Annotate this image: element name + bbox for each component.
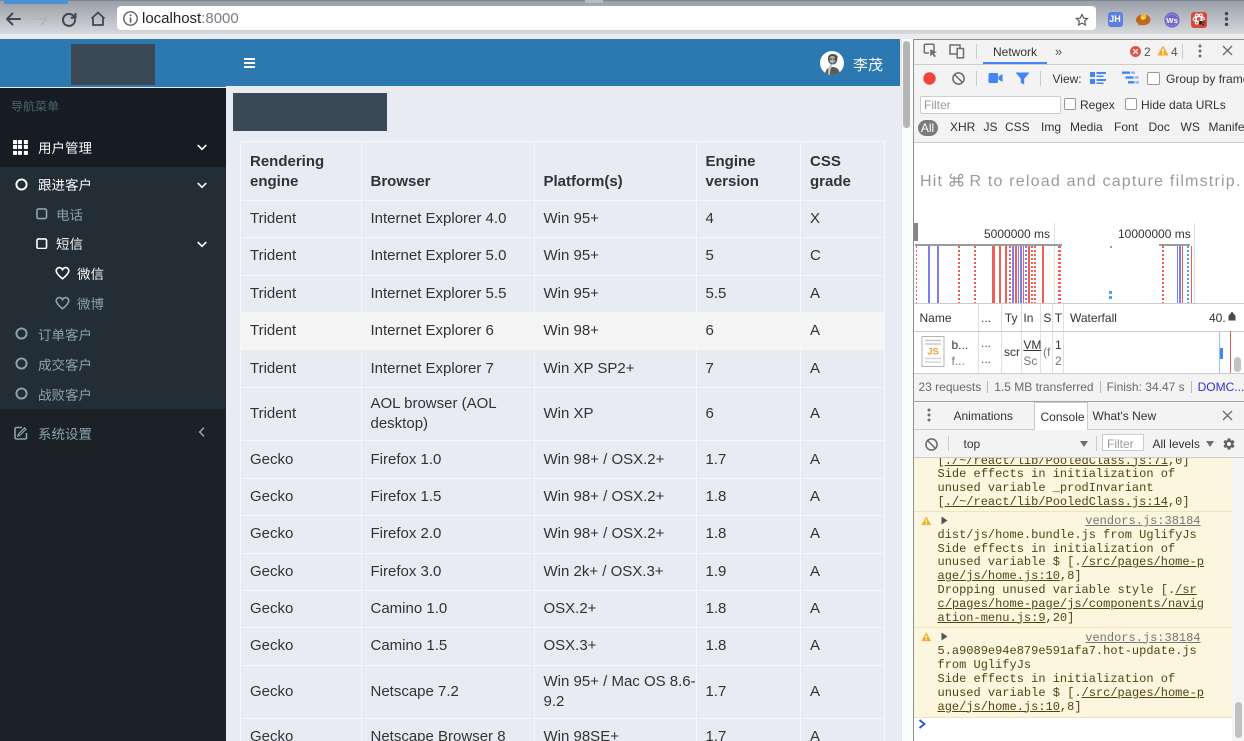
svg-text:JS: JS bbox=[927, 347, 939, 358]
svg-text:Ws: Ws bbox=[1166, 16, 1177, 25]
